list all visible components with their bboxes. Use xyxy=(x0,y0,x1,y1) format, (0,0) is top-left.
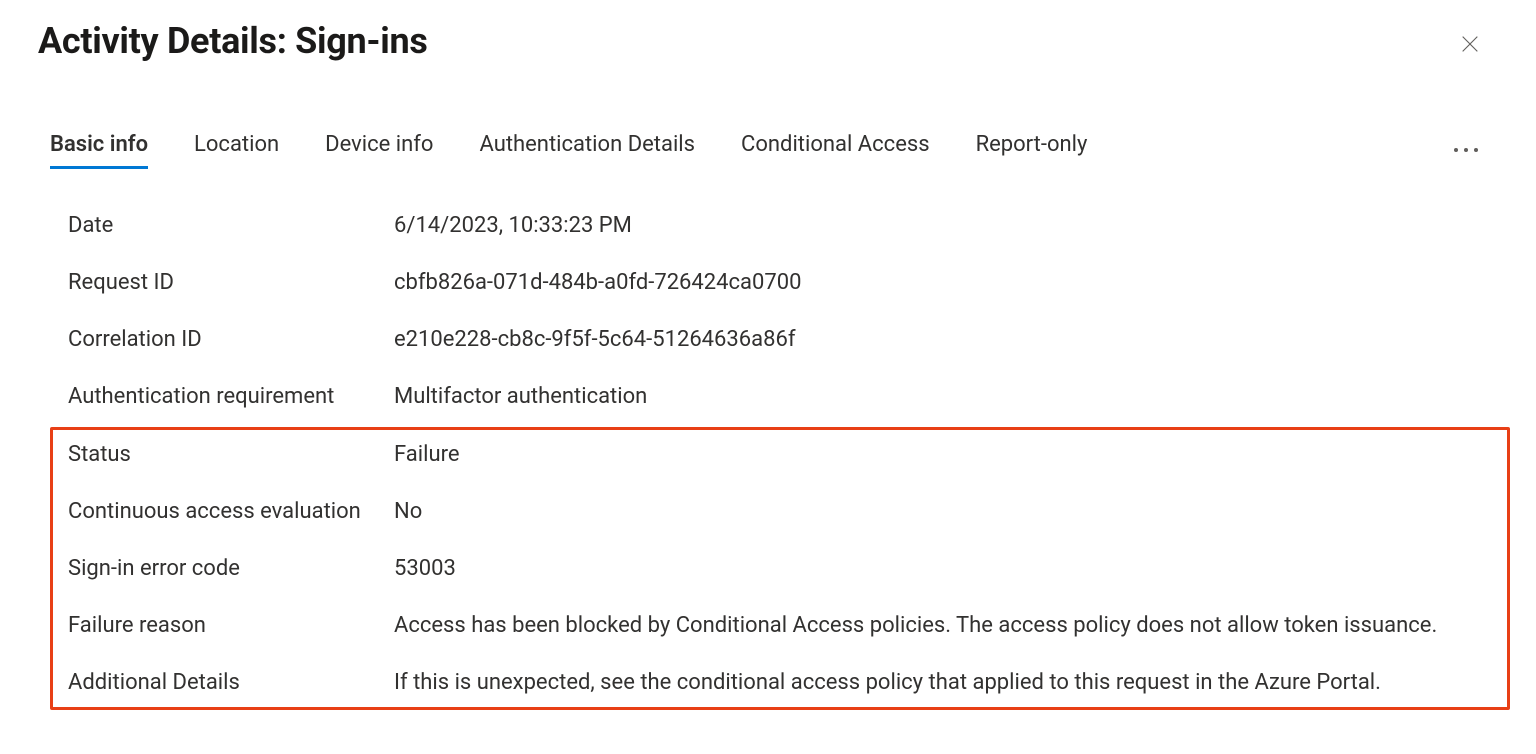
label-request-id: Request ID xyxy=(68,270,394,295)
highlight-box: Status Failure Continuous access evaluat… xyxy=(50,427,1510,710)
ellipsis-icon xyxy=(1454,148,1458,152)
tab-location[interactable]: Location xyxy=(194,132,279,167)
value-correlation-id: e210e228-cb8c-9f5f-5c64-51264636a86f xyxy=(394,327,1498,352)
tab-basic-info[interactable]: Basic info xyxy=(50,132,148,167)
value-auth-requirement: Multifactor authentication xyxy=(394,384,1498,409)
tab-authentication-details[interactable]: Authentication Details xyxy=(479,132,695,167)
tab-device-info[interactable]: Device info xyxy=(325,132,433,167)
value-failure-reason: Access has been blocked by Conditional A… xyxy=(394,613,1507,638)
value-error-code: 53003 xyxy=(394,556,1507,581)
row-request-id: Request ID cbfb826a-071d-484b-a0fd-72642… xyxy=(68,254,1498,311)
row-additional-details: Additional Details If this is unexpected… xyxy=(68,654,1507,707)
activity-details-panel: Activity Details: Sign-ins Basic info Lo… xyxy=(0,0,1536,740)
row-failure-reason: Failure reason Access has been blocked b… xyxy=(68,597,1507,654)
label-correlation-id: Correlation ID xyxy=(68,327,394,352)
value-additional-details: If this is unexpected, see the condition… xyxy=(394,670,1507,695)
tab-conditional-access[interactable]: Conditional Access xyxy=(741,132,930,167)
row-date: Date 6/14/2023, 10:33:23 PM xyxy=(68,197,1498,254)
label-date: Date xyxy=(68,213,394,238)
value-cae: No xyxy=(394,499,1507,524)
row-error-code: Sign-in error code 53003 xyxy=(68,540,1507,597)
label-auth-requirement: Authentication requirement xyxy=(68,384,394,409)
page-title: Activity Details: Sign-ins xyxy=(38,20,1498,62)
label-error-code: Sign-in error code xyxy=(68,556,394,581)
value-request-id: cbfb826a-071d-484b-a0fd-726424ca0700 xyxy=(394,270,1498,295)
label-additional-details: Additional Details xyxy=(68,670,394,695)
row-correlation-id: Correlation ID e210e228-cb8c-9f5f-5c64-5… xyxy=(68,311,1498,368)
details-list: Date 6/14/2023, 10:33:23 PM Request ID c… xyxy=(38,197,1498,710)
row-status: Status Failure xyxy=(68,430,1507,483)
label-cae: Continuous access evaluation xyxy=(68,499,394,524)
row-cae: Continuous access evaluation No xyxy=(68,483,1507,540)
tabs-overflow-button[interactable] xyxy=(1448,142,1484,158)
tab-report-only[interactable]: Report-only xyxy=(976,132,1088,167)
close-button[interactable] xyxy=(1454,28,1486,60)
label-status: Status xyxy=(68,442,394,467)
value-date: 6/14/2023, 10:33:23 PM xyxy=(394,213,1498,238)
value-status: Failure xyxy=(394,442,1507,467)
row-auth-requirement: Authentication requirement Multifactor a… xyxy=(68,368,1498,425)
label-failure-reason: Failure reason xyxy=(68,613,394,638)
close-icon xyxy=(1459,33,1481,55)
tabs: Basic info Location Device info Authenti… xyxy=(38,132,1498,167)
